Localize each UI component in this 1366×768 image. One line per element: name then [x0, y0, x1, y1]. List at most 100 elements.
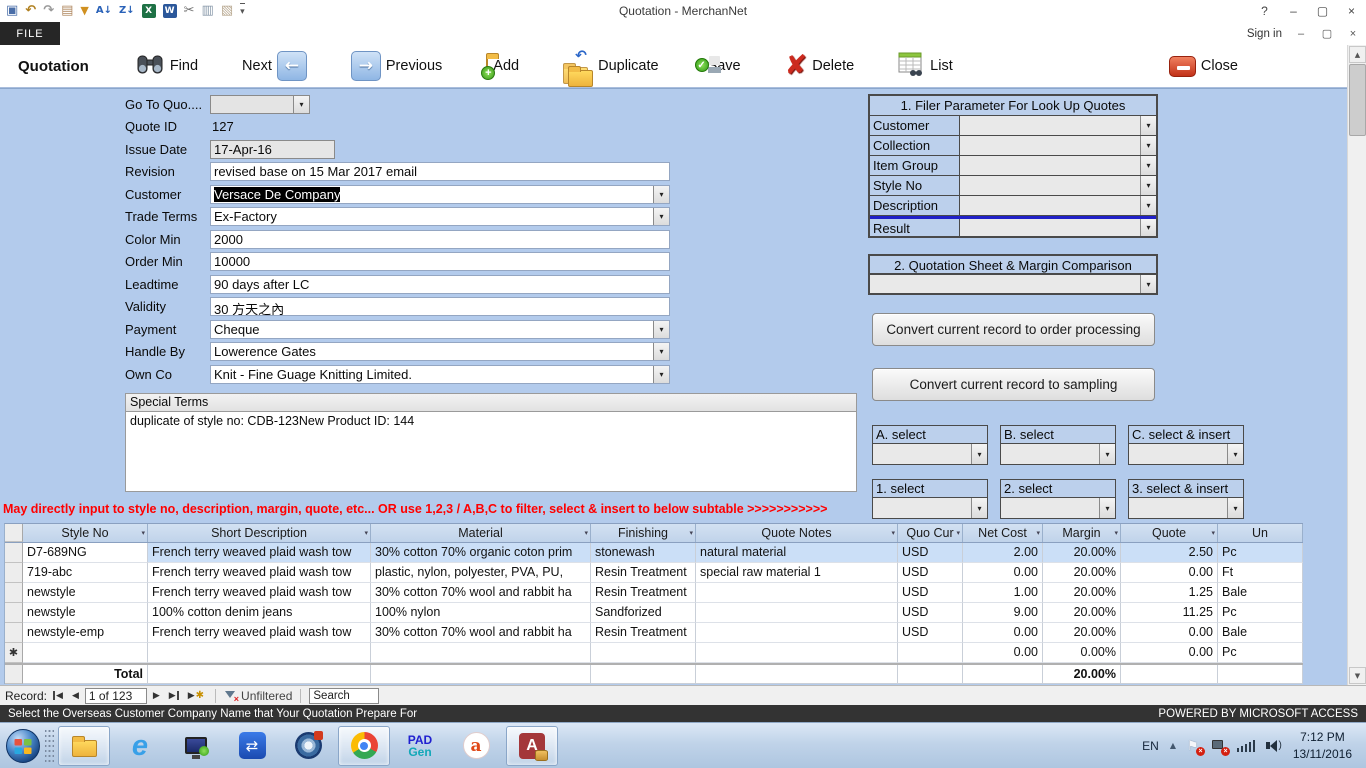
record-search-input[interactable] — [309, 688, 379, 704]
filter-dropdown-icon[interactable]: ▾ — [891, 529, 895, 537]
color-min-input[interactable]: 2000 — [210, 230, 670, 249]
table-cell[interactable]: USD — [898, 563, 963, 583]
close-icon[interactable]: × — [1337, 0, 1366, 22]
table-cell[interactable]: Pc — [1218, 643, 1303, 663]
table-cell[interactable]: 100% nylon — [371, 603, 591, 623]
select-box-combo[interactable]: ▾ — [872, 498, 988, 519]
chevron-down-icon[interactable]: ▾ — [1227, 498, 1243, 518]
table-cell[interactable]: Pc — [1218, 543, 1303, 563]
filter-dropdown-icon[interactable]: ▾ — [1036, 529, 1040, 537]
record-position-box[interactable]: 1 of 123 — [85, 688, 147, 704]
table-cell[interactable]: Pc — [1218, 603, 1303, 623]
table-cell[interactable]: special raw material 1 — [696, 563, 898, 583]
table-cell[interactable]: 719-abc — [23, 563, 148, 583]
table-cell[interactable]: USD — [898, 603, 963, 623]
save-button[interactable]: ✓ Save — [703, 58, 741, 74]
chevron-down-icon[interactable]: ▾ — [1140, 176, 1156, 195]
table-cell[interactable]: D7-689NG — [23, 543, 148, 563]
toggle-filter-icon[interactable]: ▼ — [80, 3, 88, 19]
table-cell[interactable]: 30% cotton 70% wool and rabbit ha — [371, 623, 591, 643]
special-terms-input[interactable]: duplicate of style no: CDB-123New Produc… — [125, 412, 857, 492]
table-cell[interactable]: 0.00% — [1043, 643, 1121, 663]
cut-icon[interactable]: ✂ — [184, 3, 195, 19]
chevron-down-icon[interactable]: ▾ — [1099, 498, 1115, 518]
redo-icon[interactable]: ↷ — [43, 3, 54, 19]
trade-terms-combo[interactable]: Ex-Factory▾ — [210, 207, 670, 226]
sort-desc-icon[interactable]: Z↓ — [119, 3, 135, 19]
column-header-style-no[interactable]: Style No▾ — [23, 524, 148, 542]
minimize-icon[interactable]: – — [1279, 0, 1308, 22]
table-cell[interactable]: natural material — [696, 543, 898, 563]
chevron-down-icon[interactable]: ▾ — [971, 498, 987, 518]
chevron-down-icon[interactable]: ▾ — [653, 208, 669, 225]
add-button[interactable]: + Add — [486, 58, 519, 74]
order-min-input[interactable]: 10000 — [210, 252, 670, 271]
table-cell[interactable]: 1.00 — [963, 583, 1043, 603]
customer-combo[interactable]: Versace De Company▾ — [210, 185, 670, 204]
table-cell[interactable]: 0.00 — [963, 643, 1043, 663]
database-tool-icon[interactable]: ▤ — [61, 3, 73, 19]
table-cell[interactable]: 20.00% — [1043, 563, 1121, 583]
chevron-down-icon[interactable]: ▾ — [653, 321, 669, 338]
filter-row-combo[interactable]: ▾ — [960, 136, 1156, 155]
chevron-down-icon[interactable]: ▾ — [1140, 196, 1156, 215]
table-cell[interactable]: 2.00 — [963, 543, 1043, 563]
table-cell[interactable] — [23, 643, 148, 663]
chevron-down-icon[interactable]: ▾ — [653, 366, 669, 383]
file-explorer-button[interactable] — [58, 726, 110, 766]
row-selector[interactable] — [5, 623, 23, 643]
last-record-button[interactable]: ▶ — [166, 691, 182, 701]
form-window-icon[interactable]: ▣ — [6, 3, 18, 19]
taskbar-clock[interactable]: 7:12 PM 13/11/2016 — [1293, 729, 1356, 763]
file-tab[interactable]: FILE — [0, 22, 60, 45]
filter-dropdown-icon[interactable]: ▾ — [689, 529, 693, 537]
table-cell[interactable]: Resin Treatment — [591, 623, 696, 643]
start-button[interactable] — [3, 726, 43, 766]
toolbar-more-icon[interactable]: ▾ — [240, 3, 245, 20]
filter-dropdown-icon[interactable]: ▾ — [1114, 529, 1118, 537]
app-a-button[interactable]: a — [450, 726, 502, 766]
leadtime-input[interactable]: 90 days after LC — [210, 275, 670, 294]
help-icon[interactable]: ? — [1250, 0, 1279, 22]
first-record-button[interactable]: ◀ — [50, 691, 66, 701]
table-cell[interactable]: French terry weaved plaid wash tow — [148, 563, 371, 583]
table-cell[interactable]: Ft — [1218, 563, 1303, 583]
table-cell[interactable]: Resin Treatment — [591, 563, 696, 583]
convert-to-order-button[interactable]: Convert current record to order processi… — [872, 313, 1155, 346]
close-form-button[interactable]: Close — [1169, 56, 1238, 77]
sort-asc-icon[interactable]: A↓ — [96, 3, 112, 19]
child-close-icon[interactable]: × — [1340, 22, 1366, 45]
table-cell[interactable]: Resin Treatment — [591, 583, 696, 603]
device-error-icon[interactable]: × — [1212, 739, 1226, 753]
table-cell[interactable] — [148, 643, 371, 663]
table-cell[interactable]: newstyle — [23, 583, 148, 603]
previous-record-button[interactable]: ◀ — [69, 691, 82, 701]
table-cell[interactable]: 0.00 — [1121, 643, 1218, 663]
filter-status-button[interactable]: × Unfiltered — [224, 689, 292, 703]
table-cell[interactable] — [371, 643, 591, 663]
restore-icon[interactable]: ▢ — [1308, 0, 1337, 22]
table-cell[interactable] — [696, 583, 898, 603]
duplicate-button[interactable]: ↶ Duplicate — [563, 52, 658, 80]
column-header-un[interactable]: Un — [1218, 524, 1303, 542]
new-row-selector-icon[interactable]: ✱ — [5, 643, 23, 663]
select-box-combo[interactable]: ▾ — [1128, 444, 1244, 465]
convert-to-sampling-button[interactable]: Convert current record to sampling — [872, 368, 1155, 401]
table-cell[interactable] — [898, 643, 963, 663]
tray-expand-icon[interactable]: ▲ — [1170, 741, 1176, 750]
column-header-short-description[interactable]: Short Description▾ — [148, 524, 371, 542]
previous-button[interactable]: → Previous — [351, 51, 442, 81]
filter-dropdown-icon[interactable]: ▾ — [141, 529, 145, 537]
table-cell[interactable]: 30% cotton 70% organic coton prim — [371, 543, 591, 563]
chevron-down-icon[interactable]: ▾ — [1099, 444, 1115, 464]
chevron-down-icon[interactable]: ▾ — [1227, 444, 1243, 464]
table-cell[interactable]: newstyle-emp — [23, 623, 148, 643]
table-cell[interactable]: 20.00% — [1043, 543, 1121, 563]
copy-icon[interactable]: ▥ — [202, 3, 214, 19]
chevron-down-icon[interactable]: ▾ — [1140, 275, 1156, 293]
goto-quote-combo[interactable]: ▾ — [210, 95, 310, 114]
chevron-down-icon[interactable]: ▾ — [1140, 219, 1156, 236]
table-cell[interactable]: 30% cotton 70% wool and rabbit ha — [371, 583, 591, 603]
filter-row-combo[interactable]: ▾ — [960, 196, 1156, 215]
paste-icon[interactable]: ▧ — [221, 3, 233, 19]
